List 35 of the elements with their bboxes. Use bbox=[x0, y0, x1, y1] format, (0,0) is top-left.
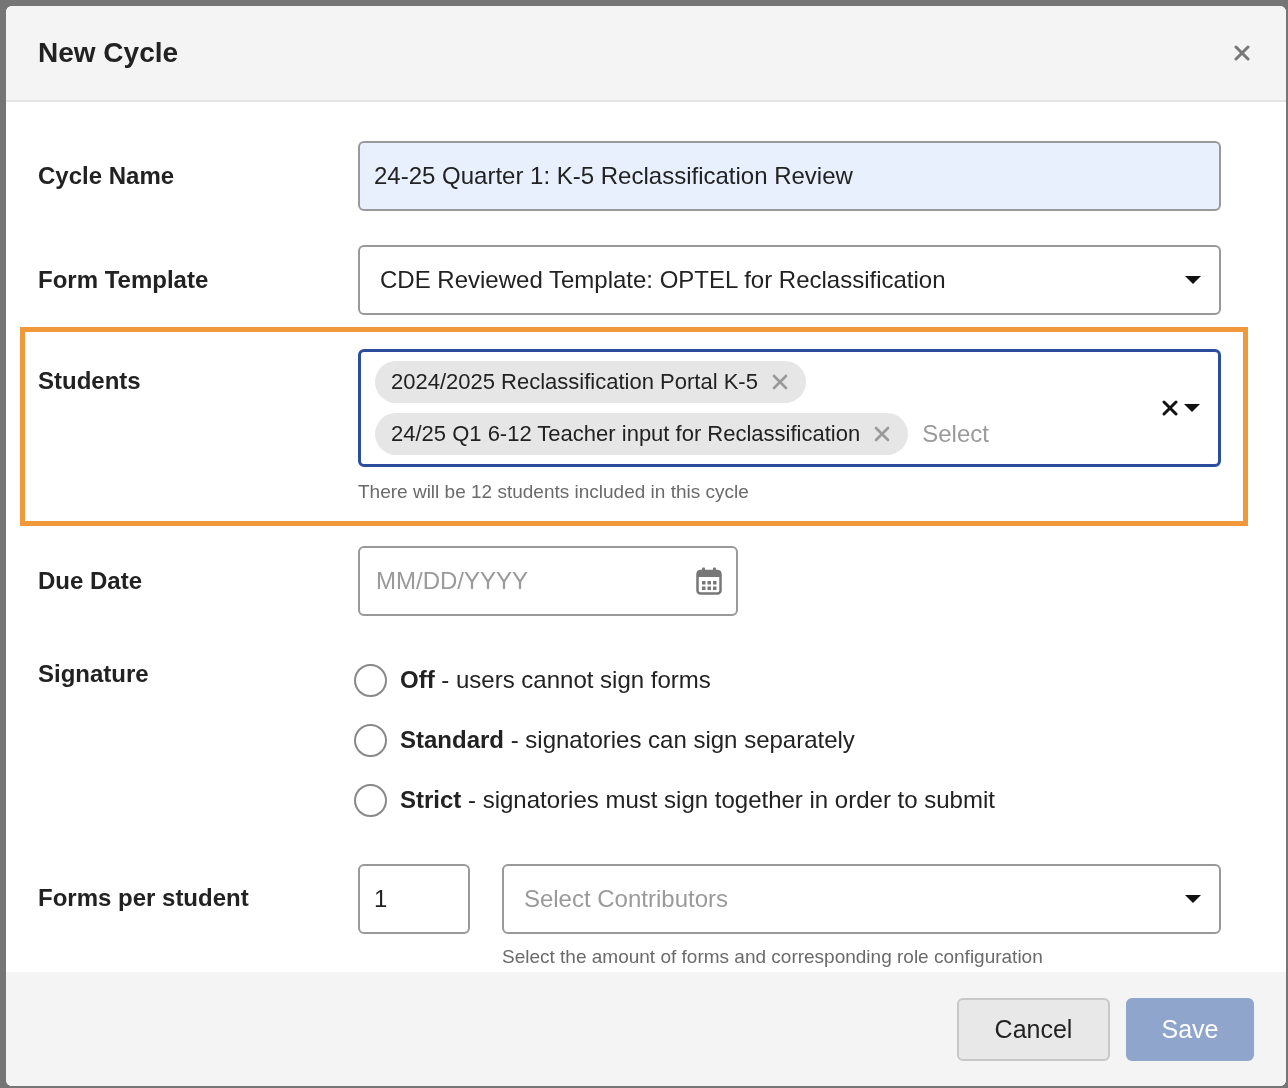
radio-label: Standard - signatories can sign separately bbox=[400, 726, 855, 754]
caret-icon[interactable] bbox=[1184, 404, 1200, 412]
field-label: Forms per student bbox=[38, 884, 250, 912]
remove-icon[interactable] bbox=[874, 426, 891, 442]
tag-chip[interactable]: 2024/2025 Reclassification Portal K-5 bbox=[375, 361, 806, 403]
remove-icon[interactable] bbox=[771, 374, 788, 390]
calendar-icon[interactable] bbox=[696, 567, 722, 595]
multi-select-field[interactable]: 2024/2025 Reclassification Portal K-5 24/25 Q1 6-12 Teacher input for Reclassification Select bbox=[358, 349, 1221, 467]
radio-button[interactable] bbox=[354, 663, 387, 697]
tag-chip[interactable]: 24/25 Q1 6-12 Teacher input for Reclassification bbox=[375, 413, 909, 455]
caret-icon[interactable] bbox=[1185, 276, 1201, 284]
field-label: Students bbox=[38, 367, 142, 395]
cancel-button[interactable]: Cancel bbox=[957, 997, 1110, 1061]
radio-label: Off - users cannot sign forms bbox=[400, 666, 711, 694]
select-placeholder: Select bbox=[922, 420, 989, 448]
helper-text: Select the amount of forms and corresponding role configuration bbox=[501, 946, 1044, 968]
dialog-title: New Cycle bbox=[38, 37, 179, 69]
radio-button[interactable] bbox=[354, 783, 387, 817]
field-label: Signature bbox=[38, 660, 150, 688]
radio-label: Strict - signatories must sign together in order to submit bbox=[400, 786, 995, 814]
date-placeholder: MM/DD/YYYY bbox=[376, 567, 528, 595]
tag-label: 24/25 Q1 6-12 Teacher input for Reclassification bbox=[391, 421, 861, 447]
dropdown-placeholder: Select Contributors bbox=[523, 885, 728, 913]
clear-icon[interactable] bbox=[1162, 400, 1178, 416]
field-label: Cycle Name bbox=[38, 162, 176, 190]
tag-label: 2024/2025 Reclassification Portal K-5 bbox=[391, 369, 758, 395]
text-field[interactable]: 24-25 Quarter 1: K-5 Reclassification Review bbox=[358, 141, 1221, 211]
field-label: Due Date bbox=[38, 567, 144, 595]
number-field[interactable]: 1 bbox=[358, 864, 470, 934]
caret-icon[interactable] bbox=[1185, 895, 1201, 903]
radio-button[interactable] bbox=[354, 723, 387, 757]
dropdown-field[interactable]: CDE Reviewed Template: OPTEL for Reclassification bbox=[358, 245, 1221, 315]
close-icon[interactable] bbox=[1234, 45, 1250, 61]
helper-text: There will be 12 students included in this cycle bbox=[358, 481, 750, 503]
field-label: Form Template bbox=[38, 266, 210, 294]
